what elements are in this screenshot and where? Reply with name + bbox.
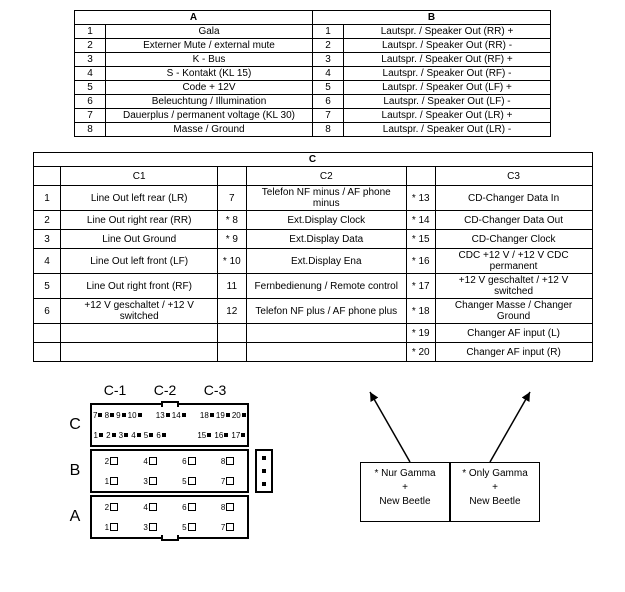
pin: 15 [197,431,211,440]
pin: 3 [143,523,156,532]
pin: 5 [144,431,153,440]
note-arrows [350,382,570,472]
conn-top-label-1: C-1 [90,382,140,398]
table-row: 4Line Out left front (LF)* 10Ext.Display… [33,249,592,274]
pin [183,433,187,437]
pin: 3 [143,477,156,486]
pin: 5 [182,477,195,486]
pin: 2 [105,457,118,466]
pin: 9 [116,411,125,420]
pin: 1 [105,523,118,532]
pin [150,413,154,417]
table-row: * 19Changer AF input (L) [33,324,592,343]
conn-side-c: C [60,416,90,434]
pin: 17 [231,431,245,440]
conn-top-label-3: C-3 [190,382,240,398]
pin: 2 [105,503,118,512]
note-box-de: * Nur Gamma + New Beetle [360,462,450,522]
pin: 4 [131,431,140,440]
note-boxes: * Nur Gamma + New Beetle * Only Gamma + … [360,462,540,522]
pin: 4 [143,503,156,512]
pin [144,413,148,417]
pin: 14 [172,411,186,420]
pin: 5 [182,523,195,532]
pin: 19 [216,411,230,420]
note-box-en: * Only Gamma + New Beetle [450,462,540,522]
pin: 6 [182,503,195,512]
table-row: * 20Changer AF input (R) [33,343,592,362]
table-row: 5Code + 12V5Lautspr. / Speaker Out (LF) … [75,81,551,95]
table-row: 4S - Kontakt (KL 15)4Lautspr. / Speaker … [75,67,551,81]
pin [176,433,180,437]
connector-table-ab: A B 1Gala1Lautspr. / Speaker Out (RR) +2… [74,10,551,137]
table-row: 6Beleuchtung / Illumination6Lautspr. / S… [75,95,551,109]
pin: 7 [221,477,234,486]
pin: 16 [214,431,228,440]
pin [194,413,198,417]
table-row: 3Line Out Ground* 9Ext.Display Data* 15C… [33,230,592,249]
pin: 6 [156,431,165,440]
pin: 2 [106,431,115,440]
table-row: 6+12 V geschaltet / +12 V switched12Tele… [33,299,592,324]
header-b: B [313,11,551,25]
conn-block-b: 2 4 6 8 1 3 5 7 [90,449,249,493]
table-row: 3K - Bus3Lautspr. / Speaker Out (RF) + [75,53,551,67]
subheader-c1: C1 [61,167,217,186]
pin [169,433,173,437]
side-connector [255,449,273,493]
subheader-c2: C2 [246,167,406,186]
connector-table-c: C C1 C2 C3 1Line Out left rear (LR)7Tele… [33,152,593,362]
pin: 8 [221,457,234,466]
pin: 6 [182,457,195,466]
header-c: C [33,153,592,167]
table-row: 8Masse / Ground8Lautspr. / Speaker Out (… [75,123,551,137]
pin: 8 [221,503,234,512]
connector-diagram: C-1 C-2 C-3 C 789101314181920 1234561516… [60,382,273,582]
bottom-area: C-1 C-2 C-3 C 789101314181920 1234561516… [10,382,615,582]
conn-block-a: 2 4 6 8 1 3 5 7 [90,495,249,539]
conn-side-b: B [60,462,90,480]
table-row: 7Dauerplus / permanent voltage (KL 30)7L… [75,109,551,123]
header-a: A [75,11,313,25]
pin [188,413,192,417]
pin: 18 [200,411,214,420]
pin: 3 [119,431,128,440]
pin: 1 [105,477,118,486]
table-row: 1Line Out left rear (LR)7Telefon NF minu… [33,186,592,211]
table-row: 1Gala1Lautspr. / Speaker Out (RR) + [75,25,551,39]
pin: 4 [143,457,156,466]
pin: 20 [232,411,246,420]
pin [190,433,194,437]
pin: 7 [93,411,102,420]
table-row: 2Line Out right rear (RR)* 8Ext.Display … [33,211,592,230]
pin: 7 [221,523,234,532]
table-row: 2Externer Mute / external mute2Lautspr. … [75,39,551,53]
pin: 13 [156,411,170,420]
conn-top-label-2: C-2 [140,382,190,398]
table-row: 5Line Out right front (RF)11Fernbedienun… [33,274,592,299]
pin: 10 [128,411,142,420]
pin: 8 [105,411,114,420]
subheader-c3: C3 [435,167,592,186]
conn-block-c: 78910 1314 181920 123456 151617 [90,403,249,447]
conn-side-a: A [60,508,90,526]
pin: 1 [94,431,103,440]
